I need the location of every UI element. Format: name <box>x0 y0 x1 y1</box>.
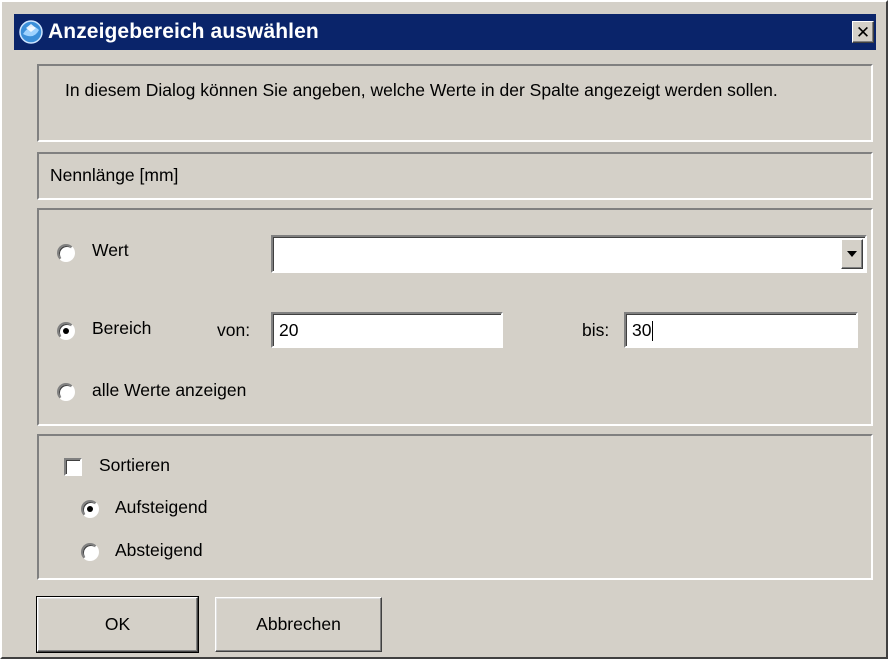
radio-absteigend-label: Absteigend <box>115 540 203 560</box>
wert-combobox[interactable] <box>271 235 867 273</box>
cancel-button[interactable]: Abbrechen <box>215 597 382 652</box>
cancel-button-label: Abbrechen <box>256 614 341 634</box>
von-value: 20 <box>279 320 299 340</box>
radio-wert-label: Wert <box>92 240 129 260</box>
sort-checkbox[interactable] <box>64 458 82 476</box>
close-button[interactable]: ✕ <box>852 21 874 43</box>
app-icon <box>16 17 46 47</box>
range-panel: Wert Bereich von: 20 bis: 30 alle Werte … <box>37 208 873 426</box>
von-label: von: <box>217 320 251 340</box>
dialog-window: Anzeigebereich auswählen ✕ In diesem Dia… <box>0 0 888 659</box>
chevron-down-icon <box>847 251 857 257</box>
bis-label: bis: <box>582 320 610 340</box>
von-input[interactable]: 20 <box>271 312 503 348</box>
sort-panel: Sortieren Aufsteigend Absteigend <box>37 434 873 580</box>
radio-wert[interactable] <box>57 244 75 262</box>
radio-bereich-label: Bereich <box>92 318 152 338</box>
radio-aufsteigend[interactable] <box>81 500 99 518</box>
text-caret <box>652 321 654 342</box>
info-panel: In diesem Dialog können Sie angeben, wel… <box>37 64 873 142</box>
combobox-dropdown-button[interactable] <box>841 239 863 269</box>
radio-alle-werte-label: alle Werte anzeigen <box>92 380 247 400</box>
ok-button-label: OK <box>104 614 131 634</box>
column-label: Nennlänge [mm] <box>50 165 179 185</box>
sort-checkbox-label: Sortieren <box>99 455 171 475</box>
title-bar[interactable]: Anzeigebereich auswählen ✕ <box>14 14 876 50</box>
ok-button[interactable]: OK <box>36 596 199 653</box>
radio-aufsteigend-label: Aufsteigend <box>115 497 208 517</box>
radio-selected-dot <box>87 506 93 512</box>
radio-bereich[interactable] <box>57 322 75 340</box>
window-title: Anzeigebereich auswählen <box>48 20 319 43</box>
close-icon: ✕ <box>855 22 871 42</box>
column-panel: Nennlänge [mm] <box>37 152 873 200</box>
info-text: In diesem Dialog können Sie angeben, wel… <box>65 80 778 100</box>
bis-value: 30 <box>632 320 652 340</box>
radio-selected-dot <box>63 328 69 334</box>
bis-input[interactable]: 30 <box>624 312 858 348</box>
radio-absteigend[interactable] <box>81 543 99 561</box>
radio-alle-werte[interactable] <box>57 383 75 401</box>
